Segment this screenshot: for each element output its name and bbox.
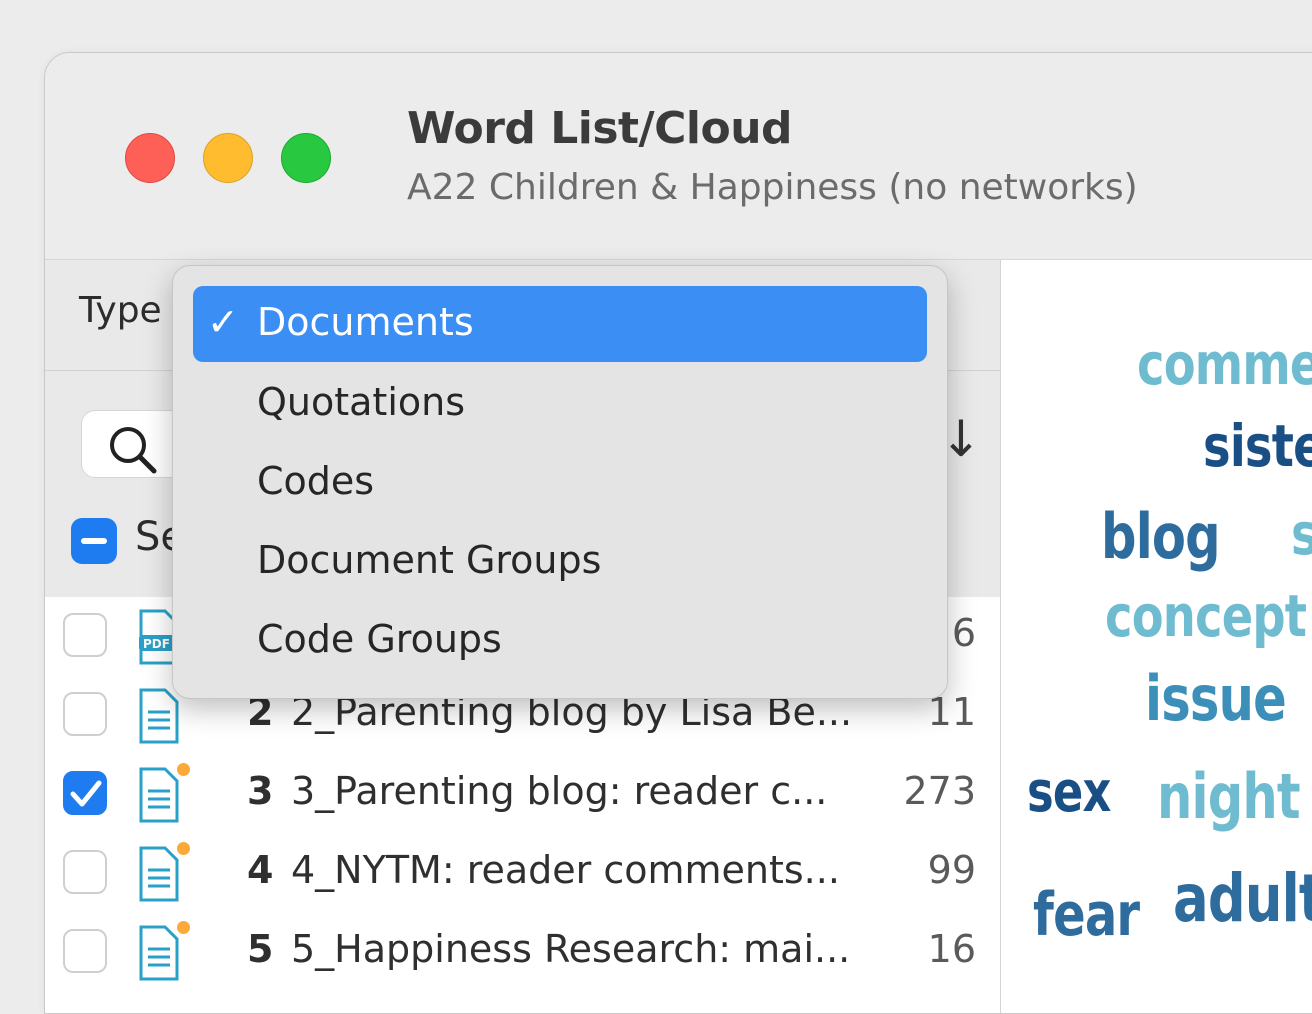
- window-title: Word List/Cloud: [407, 103, 793, 154]
- cloud-word[interactable]: issue: [1145, 662, 1287, 735]
- cloud-word[interactable]: fear: [1033, 880, 1140, 950]
- row-checkbox[interactable]: [63, 929, 107, 973]
- document-name: 5_Happiness Research: mai...: [291, 927, 851, 971]
- cloud-word[interactable]: concept: [1105, 582, 1307, 650]
- row-checkbox[interactable]: [63, 850, 107, 894]
- document-name: 4_NYTM: reader comments...: [291, 848, 840, 892]
- document-name: 3_Parenting blog: reader c...: [291, 769, 828, 813]
- cloud-word[interactable]: s: [1291, 500, 1312, 568]
- comment-indicator-dot: [177, 842, 190, 855]
- menu-item-document-groups[interactable]: Document Groups: [193, 524, 927, 600]
- cloud-word[interactable]: adult: [1173, 860, 1312, 937]
- list-item[interactable]: 4 4_NYTM: reader comments... 99: [45, 834, 1000, 913]
- menu-item-label: Codes: [257, 459, 375, 503]
- menu-item-label: Documents: [257, 300, 474, 344]
- document-number: 4: [247, 848, 274, 892]
- zoom-window-button[interactable]: [281, 133, 331, 183]
- quotation-count: 273: [903, 769, 976, 813]
- text-document-icon: [139, 767, 179, 823]
- title-bar: Word List/Cloud A22 Children & Happiness…: [45, 53, 1312, 260]
- word-cloud: comme siste blog s concept issue sex nig…: [1001, 260, 1312, 1013]
- comment-indicator-dot: [177, 763, 190, 776]
- menu-item-label: Quotations: [257, 380, 466, 424]
- minimize-window-button[interactable]: [203, 133, 253, 183]
- menu-item-codes[interactable]: Codes: [193, 445, 927, 521]
- cloud-word[interactable]: night: [1157, 760, 1301, 833]
- cloud-word[interactable]: siste: [1203, 412, 1312, 480]
- menu-item-documents[interactable]: ✓ Documents: [193, 286, 927, 362]
- row-checkbox[interactable]: [63, 613, 107, 657]
- row-checkbox[interactable]: [63, 771, 107, 815]
- menu-item-label: Document Groups: [257, 538, 602, 582]
- quotation-count: 16: [927, 927, 976, 971]
- menu-item-label: Code Groups: [257, 617, 502, 661]
- row-checkbox[interactable]: [63, 692, 107, 736]
- checkmark-icon: [70, 780, 102, 807]
- close-window-button[interactable]: [125, 133, 175, 183]
- search-icon: [110, 427, 157, 474]
- list-item[interactable]: 5 5_Happiness Research: mai... 16: [45, 913, 1000, 992]
- menu-item-quotations[interactable]: Quotations: [193, 366, 927, 442]
- comment-indicator-dot: [177, 921, 190, 934]
- cloud-word[interactable]: comme: [1137, 330, 1312, 398]
- cloud-word[interactable]: sex: [1027, 760, 1111, 825]
- document-number: 3: [247, 769, 274, 813]
- type-label: Type: [79, 290, 162, 331]
- list-item[interactable]: 3 3_Parenting blog: reader c... 273: [45, 755, 1000, 834]
- quotation-count: 6: [951, 611, 976, 655]
- window-subtitle: A22 Children & Happiness (no networks): [407, 167, 1138, 208]
- checkmark-icon: ✓: [207, 300, 239, 344]
- quotation-count: 99: [927, 848, 976, 892]
- type-dropdown-menu: ✓ Documents Quotations Codes Document Gr…: [172, 265, 948, 699]
- text-document-icon: [139, 925, 179, 981]
- svg-text:PDF: PDF: [143, 637, 170, 651]
- menu-item-code-groups[interactable]: Code Groups: [193, 603, 927, 679]
- select-all-checkbox[interactable]: [71, 518, 117, 564]
- text-document-icon: [139, 846, 179, 902]
- cloud-word[interactable]: blog: [1101, 500, 1221, 573]
- text-document-icon: [139, 688, 179, 744]
- document-number: 5: [247, 927, 274, 971]
